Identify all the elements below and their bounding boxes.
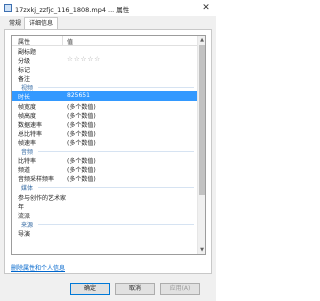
rating-stars-icon[interactable]: ☆☆☆☆☆ <box>67 55 101 63</box>
tab-general[interactable]: 常规 <box>4 17 26 29</box>
property-row[interactable]: 数据速率 (多个数值) <box>12 119 198 129</box>
column-divider[interactable] <box>62 36 63 46</box>
property-row[interactable]: 总比特率 (多个数值) <box>12 128 198 138</box>
cancel-button[interactable]: 取消 <box>115 283 155 295</box>
properties-window: 17zxkj_zzfjc_116_1808.mp4 ... 属性 ✕ 常规 详细… <box>0 0 216 301</box>
file-icon <box>4 4 12 12</box>
property-row[interactable]: 时长 825651 <box>12 91 198 101</box>
title-bar: 17zxkj_zzfjc_116_1808.mp4 ... 属性 ✕ <box>0 0 216 16</box>
section-header: 来源 <box>12 219 198 229</box>
section-divider <box>38 223 194 225</box>
property-row[interactable]: 帧速率 (多个数值) <box>12 137 198 147</box>
column-header: 属性 值 <box>12 36 198 46</box>
property-row[interactable]: 参与创作的艺术家 <box>12 192 198 202</box>
property-row[interactable]: 副标题 <box>12 46 198 56</box>
property-row[interactable]: 备注 <box>12 73 198 83</box>
window-title: 17zxkj_zzfjc_116_1808.mp4 ... 属性 <box>15 6 130 14</box>
ok-button[interactable]: 确定 <box>70 283 110 295</box>
property-rows: 副标题 分级 ☆☆☆☆☆ 标记 备注 视频 时长 825651 帧宽度 (多个数值) 帧高度 (多个数… <box>12 46 198 238</box>
property-row[interactable]: 分级 ☆☆☆☆☆ <box>12 55 198 65</box>
property-row[interactable]: 帧宽度 (多个数值) <box>12 101 198 111</box>
section-divider <box>38 151 194 153</box>
property-row[interactable]: 导演 <box>12 228 198 238</box>
property-row[interactable]: 年 <box>12 201 198 211</box>
apply-button[interactable]: 应用(A) <box>160 283 200 295</box>
scroll-down-arrow-icon[interactable]: ▼ <box>198 246 205 254</box>
section-divider <box>38 187 194 189</box>
remove-properties-link[interactable]: 删除属性和个人信息 <box>11 263 65 272</box>
property-row[interactable]: 音频采样频率 (多个数值) <box>12 173 198 183</box>
property-row[interactable]: 流派 <box>12 210 198 220</box>
property-name: 导演 <box>18 230 31 238</box>
property-row[interactable]: 频道 (多个数值) <box>12 164 198 174</box>
section-divider <box>38 87 194 89</box>
vertical-scrollbar[interactable]: ▲ ▼ <box>197 36 205 254</box>
property-row[interactable]: 帧高度 (多个数值) <box>12 110 198 120</box>
column-header-name[interactable]: 属性 <box>18 37 30 46</box>
property-value: 825651 <box>67 92 90 100</box>
property-row[interactable]: 标记 <box>12 64 198 74</box>
section-header: 媒体 <box>12 182 198 192</box>
scrollbar-thumb[interactable] <box>199 45 205 195</box>
close-button[interactable]: ✕ <box>196 0 216 16</box>
details-panel: 属性 值 副标题 分级 ☆☆☆☆☆ 标记 备注 视频 时长 825651 帧宽度 (多个数值) 帧高… <box>4 29 212 274</box>
scroll-up-arrow-icon[interactable]: ▲ <box>198 36 205 44</box>
section-header: 音频 <box>12 146 198 156</box>
property-row[interactable]: 比特率 (多个数值) <box>12 155 198 165</box>
property-list: 属性 值 副标题 分级 ☆☆☆☆☆ 标记 备注 视频 时长 825651 帧宽度 (多个数值) 帧高… <box>11 35 206 255</box>
section-header: 视频 <box>12 82 198 92</box>
column-header-value[interactable]: 值 <box>67 37 73 46</box>
